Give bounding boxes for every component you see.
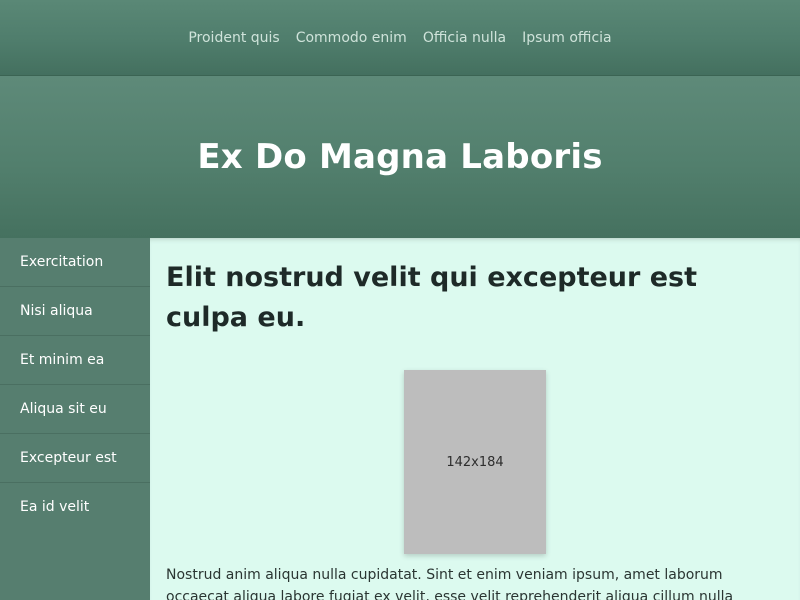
article-paragraph: Nostrud anim aliqua nulla cupidatat. Sin… <box>166 567 734 600</box>
sidebar-item-nisi-aliqua[interactable]: Nisi aliqua <box>0 287 150 336</box>
hero-banner: Ex Do Magna Laboris <box>0 76 800 238</box>
sidebar-item-exercitation[interactable]: Exercitation <box>0 238 150 287</box>
nav-link-commodo-enim[interactable]: Commodo enim <box>288 0 415 76</box>
image-placeholder: 142x184 <box>404 370 546 554</box>
site-title: Ex Do Magna Laboris <box>197 137 603 177</box>
sidebar-item-ea-id-velit[interactable]: Ea id velit <box>0 483 150 532</box>
article-heading: Elit nostrud velit qui excepteur est cul… <box>166 262 698 333</box>
image-size-label: 142x184 <box>446 454 504 470</box>
nav-link-proident-quis[interactable]: Proident quis <box>180 0 287 76</box>
sidebar-item-et-minim-ea[interactable]: Et minim ea <box>0 336 150 385</box>
top-navigation: Proident quis Commodo enim Officia nulla… <box>0 0 800 76</box>
nav-link-officia-nulla[interactable]: Officia nulla <box>415 0 514 76</box>
sidebar: Exercitation Nisi aliqua Et minim ea Ali… <box>0 238 150 600</box>
nav-link-ipsum-officia[interactable]: Ipsum officia <box>514 0 620 76</box>
sidebar-item-excepteur-est[interactable]: Excepteur est <box>0 434 150 483</box>
main-content: Elit nostrud velit qui excepteur est cul… <box>150 238 800 600</box>
sidebar-item-aliqua-sit-eu[interactable]: Aliqua sit eu <box>0 385 150 434</box>
